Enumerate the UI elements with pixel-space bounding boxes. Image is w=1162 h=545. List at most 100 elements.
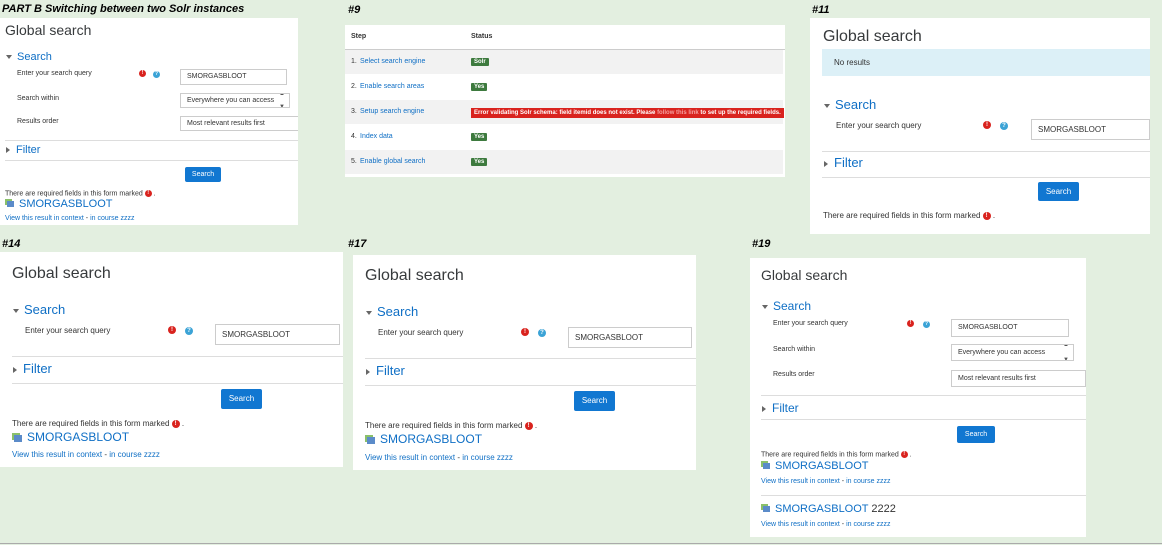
page-title: Global search [12,265,111,282]
filter-section-toggle[interactable]: Filter [6,144,40,156]
caption-part-b: PART B Switching between two Solr instan… [2,3,245,15]
result-context: View this result in context - in course … [5,215,135,222]
search-section-toggle[interactable]: Search [6,51,52,63]
status-badge: Yes [471,83,488,91]
caption-9: #9 [348,4,361,16]
search-input[interactable]: SMORGASBLOOT [215,324,340,345]
table-row: 4. Index data Yes [345,125,783,149]
status-badge: Yes [471,158,488,166]
course-link[interactable]: in course zzzz [462,453,513,462]
query-label: Enter your search query [773,320,848,327]
filter-section-toggle[interactable]: Filter [824,155,863,170]
required-note: There are required fields in this form m… [12,419,185,428]
search-section-toggle[interactable]: Search [366,304,418,319]
step-link[interactable]: Enable global search [360,158,425,165]
required-icon: ! [983,121,991,129]
step-link[interactable]: Select search engine [360,58,425,65]
result-2-title-link[interactable]: SMORGASBLOOT 2222 [761,503,896,515]
no-results-alert: No results [822,49,1150,76]
search-button[interactable]: Search [574,391,615,411]
search-button[interactable]: Search [185,167,221,182]
required-icon: ! [524,421,533,430]
collapse-icon [824,103,830,108]
within-label: Search within [773,346,816,353]
collapse-icon [762,304,768,309]
caption-17: #17 [348,238,367,250]
course-link[interactable]: in course zzzz [109,450,160,459]
help-icon[interactable]: ? [1000,122,1008,130]
result-title-link[interactable]: SMORGASBLOOT [5,198,113,210]
search-input[interactable]: SMORGASBLOOT [951,319,1069,337]
filter-section-toggle[interactable]: Filter [762,401,799,415]
result-title-link[interactable]: SMORGASBLOOT [12,430,129,445]
panel-first: Global search Search Enter your search q… [0,18,298,225]
required-note: There are required fields in this form m… [823,211,996,220]
table-row: 1. Select search engine Solr [345,50,783,74]
error-help-link[interactable]: follow this link [657,110,699,116]
page-title: Global search [365,267,464,284]
panel-17: Global search Search Enter your search q… [353,255,696,470]
step-link[interactable]: Setup search engine [360,108,424,115]
page-title: Global search [761,267,848,283]
search-button[interactable]: Search [1038,182,1079,201]
view-in-context-link[interactable]: View this result in context [365,453,455,462]
search-section-toggle[interactable]: Search [13,302,65,317]
search-section-toggle[interactable]: Search [824,97,876,112]
order-label: Results order [17,118,59,125]
result-context: View this result in context - in course … [761,478,891,485]
result-2-context: View this result in context - in course … [761,521,891,528]
step-header: Step [351,33,367,40]
select-arrow-icon: ▲ ▼ [1063,344,1069,361]
required-icon: ! [168,326,176,334]
result-context: View this result in context - in course … [365,453,513,462]
query-label: Enter your search query [836,121,922,130]
page-title: Global search [823,28,922,45]
search-button[interactable]: Search [221,389,262,409]
filter-section-toggle[interactable]: Filter [366,363,405,378]
help-icon[interactable]: ? [538,329,546,337]
view-in-context-link[interactable]: View this result in context [5,215,84,222]
view-in-context-link[interactable]: View this result in context [12,450,102,459]
expand-icon [366,368,370,375]
result-title-link[interactable]: SMORGASBLOOT [365,432,482,447]
query-label: Enter your search query [17,70,92,77]
document-icon [365,433,375,447]
search-input[interactable]: SMORGASBLOOT [1031,119,1150,140]
required-icon: ! [907,320,914,327]
view-in-context-link[interactable]: View this result in context [761,521,840,528]
document-icon [761,460,770,472]
required-icon: ! [982,211,991,220]
search-input[interactable]: SMORGASBLOOT [180,69,287,85]
results-order-select[interactable]: Most relevant results first [951,370,1086,387]
course-link[interactable]: in course zzzz [90,215,134,222]
course-link[interactable]: in course zzzz [846,521,890,528]
order-label: Results order [773,371,815,378]
status-badge: Yes [471,133,488,141]
panel-11: Global search No results Search Enter yo… [810,18,1150,234]
result-title-link[interactable]: SMORGASBLOOT [761,460,869,472]
help-icon[interactable]: ? [185,327,193,335]
search-within-select[interactable]: Everywhere you can access ▲ ▼ [180,93,290,108]
search-within-select[interactable]: Everywhere you can access ▲ ▼ [951,344,1074,361]
view-in-context-link[interactable]: View this result in context [761,478,840,485]
query-label: Enter your search query [378,328,464,337]
search-button[interactable]: Search [957,426,995,443]
required-note: There are required fields in this form m… [5,190,156,198]
caption-14: #14 [2,238,21,250]
help-icon[interactable]: ? [153,71,160,78]
table-row: 5. Enable global search Yes [345,150,783,174]
error-badge: Error validating Solr schema: field item… [471,108,784,118]
search-section-toggle[interactable]: Search [762,299,811,313]
caption-11: #11 [812,4,830,16]
course-link[interactable]: in course zzzz [846,478,890,485]
document-icon [761,503,770,515]
required-note: There are required fields in this form m… [761,451,912,459]
collapse-icon [13,308,19,313]
step-link[interactable]: Index data [360,133,393,140]
search-input[interactable]: SMORGASBLOOT [568,327,692,348]
filter-section-toggle[interactable]: Filter [13,361,52,376]
step-link[interactable]: Enable search areas [360,83,424,90]
panel-19: Global search Search Enter your search q… [750,258,1086,537]
results-order-select[interactable]: Most relevant results first [180,116,298,131]
help-icon[interactable]: ? [923,321,930,328]
